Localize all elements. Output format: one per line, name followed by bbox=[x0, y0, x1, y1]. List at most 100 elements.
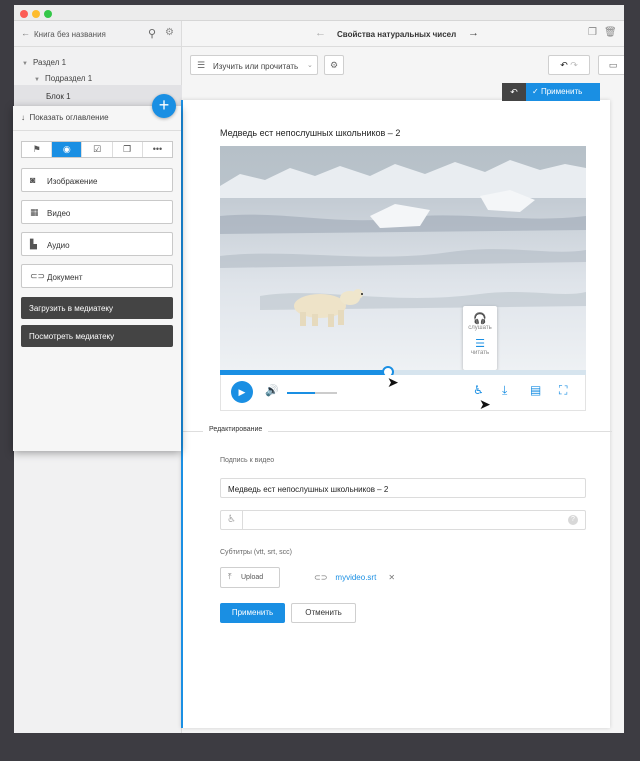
mouse-cursor-icon: ➤ bbox=[479, 396, 491, 412]
checkbox-icon: ☑ bbox=[92, 144, 102, 154]
upload-to-library-button[interactable]: Загрузить в медиатеку bbox=[21, 297, 173, 319]
show-toc-label: Показать оглавление bbox=[29, 113, 109, 122]
caption-input[interactable]: Медведь ест непослушных школьников – 2 bbox=[220, 478, 586, 498]
file-name-link[interactable]: myvideo.srt bbox=[335, 573, 376, 582]
video-player[interactable]: 🎧 слушать ☰ читать bbox=[220, 146, 586, 370]
settings-button[interactable]: ⚙ bbox=[324, 55, 344, 75]
remove-file-icon[interactable]: ✕ bbox=[388, 573, 395, 582]
tab-copy[interactable]: ❐ bbox=[113, 142, 143, 157]
arrow-down-icon: ↓ bbox=[21, 113, 25, 122]
audio-file-icon: ▙ bbox=[30, 239, 37, 249]
mode-select-value: Изучить или прочитать bbox=[213, 62, 299, 71]
tree-item-section[interactable]: ▼ Раздел 1 bbox=[22, 58, 66, 67]
copy-icon[interactable]: ❐ bbox=[588, 27, 597, 38]
document-topbar: ← Свойства натуральных чисел → ❐ 🗑 bbox=[182, 21, 624, 47]
caption-label: Подпись к видео bbox=[220, 457, 275, 464]
monitor-icon: ▭ bbox=[608, 60, 618, 70]
media-item-video[interactable]: ▦ Видео bbox=[21, 200, 173, 224]
show-toc-button[interactable]: ↓ Показать оглавление bbox=[21, 113, 109, 122]
download-icon[interactable]: ⤓ bbox=[502, 383, 507, 398]
back-arrow-icon[interactable]: ← bbox=[21, 28, 30, 38]
mouse-cursor-icon: ➤ bbox=[387, 374, 399, 390]
content-page: Медведь ест непослушных школьников – 2 🎧… bbox=[181, 100, 612, 728]
chevron-down-icon: ▼ bbox=[34, 77, 40, 83]
editor-toolbar: ☰ Изучить или прочитать ⌄ ⚙ ↶ ↷ ▭ bbox=[182, 47, 624, 85]
attached-file: ⊂⊃ myvideo.srt ✕ bbox=[314, 573, 395, 582]
close-window-button[interactable] bbox=[20, 10, 28, 18]
check-icon: ✓ bbox=[532, 87, 539, 96]
accessibility-icon: ♿ bbox=[221, 511, 243, 529]
undo-redo-group[interactable]: ↶ ↷ bbox=[548, 55, 590, 75]
volume-icon[interactable]: 🔊 bbox=[265, 384, 279, 397]
plus-icon: + bbox=[158, 95, 170, 115]
subtitles-label: Субтитры (vtt, srt, scc) bbox=[220, 549, 292, 556]
gear-icon[interactable]: ⚙ bbox=[165, 27, 174, 38]
apply-button[interactable]: Применить bbox=[220, 603, 285, 623]
volume-fill bbox=[287, 392, 315, 394]
window-titlebar bbox=[14, 5, 624, 21]
text-lines-icon[interactable]: ☰ bbox=[463, 337, 497, 350]
chevron-down-icon: ▼ bbox=[22, 61, 28, 67]
mode-select[interactable]: ☰ Изучить или прочитать ⌄ bbox=[190, 55, 318, 75]
subtitles-icon[interactable]: ▤ bbox=[530, 383, 541, 397]
undo-button[interactable]: ↶ bbox=[502, 83, 526, 101]
upload-button[interactable]: ⤒ Upload bbox=[220, 567, 280, 588]
gear-icon: ⚙ bbox=[329, 60, 339, 70]
link-icon: ⊂⊃ bbox=[30, 271, 46, 281]
tree-item-subsection[interactable]: ▼ Подраздел 1 bbox=[34, 74, 92, 83]
media-item-image[interactable]: ◙ Изображение bbox=[21, 168, 173, 192]
next-arrow-icon[interactable]: → bbox=[468, 27, 479, 39]
upload-label: Upload bbox=[241, 574, 264, 581]
tab-flag[interactable]: ⚑ bbox=[22, 142, 53, 157]
help-icon[interactable]: ? bbox=[568, 515, 578, 525]
add-block-button[interactable]: + bbox=[152, 94, 176, 118]
redo-icon[interactable]: ↷ bbox=[570, 60, 578, 70]
media-item-label: Аудио bbox=[47, 241, 70, 250]
fullscreen-icon[interactable]: ⛶ bbox=[559, 383, 567, 398]
flag-icon: ⚑ bbox=[32, 144, 41, 154]
tab-check[interactable]: ☑ bbox=[82, 142, 113, 157]
tab-media[interactable]: ◉ bbox=[52, 142, 83, 157]
media-item-label: Документ bbox=[47, 273, 83, 282]
play-icon: ▶ bbox=[238, 387, 246, 397]
media-item-document[interactable]: ⊂⊃ Документ bbox=[21, 264, 173, 288]
apply-button-top[interactable]: ✓ Применить bbox=[526, 83, 600, 101]
read-label[interactable]: читать bbox=[463, 350, 497, 356]
listen-label[interactable]: слушать bbox=[463, 325, 497, 331]
media-insert-popup: ↓ Показать оглавление ⚑ ◉ ☑ ❐ ••• ◙ Изоб… bbox=[13, 106, 181, 451]
play-button[interactable]: ▶ bbox=[231, 381, 253, 403]
editing-section-label: Редактирование bbox=[203, 426, 269, 433]
video-title: Медведь ест непослушных школьников – 2 bbox=[220, 128, 401, 138]
film-icon: ▦ bbox=[30, 207, 39, 217]
apply-label: Применить bbox=[540, 87, 583, 96]
book-title[interactable]: Книга без названия bbox=[34, 30, 106, 39]
headphones-icon[interactable]: 🎧 bbox=[463, 312, 497, 325]
popup-divider bbox=[13, 130, 181, 131]
minimize-window-button[interactable] bbox=[32, 10, 40, 18]
device-preview-button[interactable]: ▭ bbox=[598, 55, 624, 75]
view-library-button[interactable]: Посмотреть медиатеку bbox=[21, 325, 173, 347]
tab-more[interactable]: ••• bbox=[143, 142, 172, 157]
media-item-audio[interactable]: ▙ Аудио bbox=[21, 232, 173, 256]
zoom-window-button[interactable] bbox=[44, 10, 52, 18]
cancel-button[interactable]: Отменить bbox=[291, 603, 356, 623]
search-icon[interactable]: ⚲ bbox=[148, 27, 156, 40]
media-type-tabs: ⚑ ◉ ☑ ❐ ••• bbox=[21, 141, 173, 158]
more-icon: ••• bbox=[152, 144, 163, 154]
tree-item-label: Раздел 1 bbox=[32, 58, 67, 67]
lines-icon: ☰ bbox=[197, 60, 206, 70]
volume-slider[interactable] bbox=[287, 392, 337, 394]
trash-icon[interactable]: 🗑 bbox=[604, 27, 617, 38]
upload-icon: ⤒ bbox=[228, 572, 232, 581]
accessibility-icon[interactable]: ♿ bbox=[473, 383, 484, 397]
document-title: Свойства натуральных чисел bbox=[337, 30, 457, 39]
previous-arrow-icon[interactable]: ← bbox=[315, 27, 326, 39]
paperclip-icon: ⊂⊃ bbox=[314, 573, 328, 582]
accessibility-popover: 🎧 слушать ☰ читать bbox=[463, 306, 497, 370]
undo-icon[interactable]: ↶ bbox=[560, 60, 568, 70]
tree-item-label: Подраздел 1 bbox=[44, 74, 93, 83]
block-apply-bar: ↶ ✓ Применить bbox=[502, 83, 600, 101]
copy-icon: ❐ bbox=[123, 144, 132, 154]
chevron-down-icon: ⌄ bbox=[307, 62, 313, 69]
accessibility-description-field[interactable]: ♿ ? bbox=[220, 510, 586, 530]
